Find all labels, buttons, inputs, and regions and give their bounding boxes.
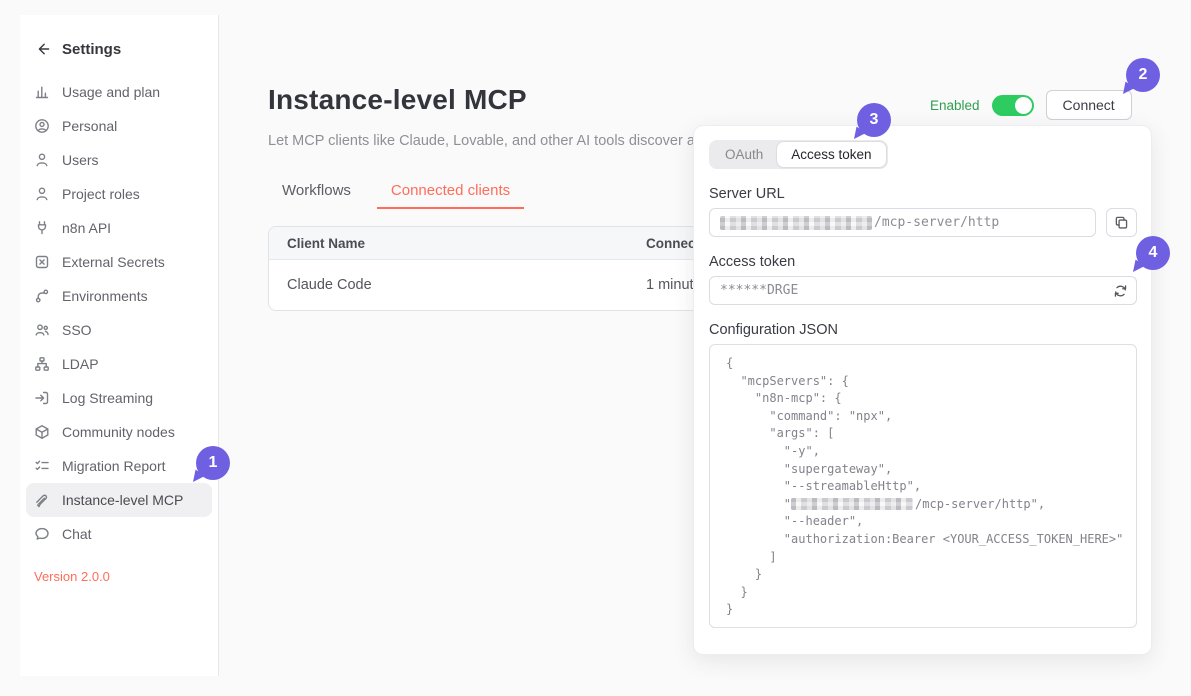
sidebar-item-personal[interactable]: Personal	[26, 109, 212, 143]
sidebar-item-chat[interactable]: Chat	[26, 517, 212, 551]
sidebar-item-environments[interactable]: Environments	[26, 279, 212, 313]
sidebar-items: Usage and plan Personal Users Project ro…	[20, 75, 218, 551]
json-line-redacted: "/mcp-server/http",	[726, 496, 1120, 514]
json-line: }	[726, 584, 1120, 602]
server-url-visible: /mcp-server/http	[874, 215, 999, 230]
col-header-client-name: Client Name	[269, 236, 646, 251]
hierarchy-icon	[34, 356, 50, 372]
user-circle-icon	[34, 118, 50, 134]
sidebar-item-project-roles[interactable]: Project roles	[26, 177, 212, 211]
json-line: "args": [	[726, 425, 1120, 443]
server-url-row: /mcp-server/http	[709, 208, 1137, 237]
access-token-input[interactable]: ******DRGE	[709, 276, 1137, 305]
configuration-json-label: Configuration JSON	[709, 322, 1137, 338]
sidebar-item-label: Environments	[62, 288, 148, 304]
step-marker-1: 1	[196, 446, 230, 480]
box-x-icon	[34, 254, 50, 270]
sidebar-item-label: Personal	[62, 118, 117, 134]
sidebar-item-usage-and-plan[interactable]: Usage and plan	[26, 75, 212, 109]
server-url-input[interactable]: /mcp-server/http	[709, 208, 1096, 237]
json-line: "command": "npx",	[726, 408, 1120, 426]
json-line: }	[726, 566, 1120, 584]
page-title: Instance-level MCP	[268, 84, 527, 116]
mcp-connect-popover: OAuth Access token Server URL /mcp-serve…	[693, 125, 1152, 655]
user-icon	[34, 186, 50, 202]
json-line: "authorization:Bearer <YOUR_ACCESS_TOKEN…	[726, 531, 1120, 549]
bar-chart-icon	[34, 84, 50, 100]
sidebar-item-label: Usage and plan	[62, 84, 160, 100]
access-token-value: ******DRGE	[720, 283, 798, 298]
auth-method-segmented-control: OAuth Access token	[709, 140, 888, 169]
package-icon	[34, 424, 50, 440]
refresh-token-button[interactable]	[1113, 283, 1128, 298]
sidebar-item-users[interactable]: Users	[26, 143, 212, 177]
redacted-url-host	[720, 216, 872, 230]
back-arrow-icon[interactable]	[34, 40, 52, 58]
sidebar-item-label: Project roles	[62, 186, 140, 202]
log-in-icon	[34, 390, 50, 406]
version-text: Version 2.0.0	[34, 569, 218, 584]
toggle-knob	[1015, 97, 1032, 114]
sidebar-item-instance-level-mcp[interactable]: Instance-level MCP	[26, 483, 212, 517]
sidebar-item-label: Chat	[62, 526, 92, 542]
enabled-toggle[interactable]	[992, 95, 1034, 116]
tab-connected-clients[interactable]: Connected clients	[377, 180, 524, 209]
auth-tab-oauth[interactable]: OAuth	[711, 142, 777, 167]
sidebar-item-community-nodes[interactable]: Community nodes	[26, 415, 212, 449]
sidebar-item-label: Migration Report	[62, 458, 166, 474]
sidebar-item-external-secrets[interactable]: External Secrets	[26, 245, 212, 279]
settings-header: Settings	[20, 37, 218, 61]
auth-tab-access-token[interactable]: Access token	[777, 142, 885, 167]
user-icon	[34, 152, 50, 168]
sidebar-item-log-streaming[interactable]: Log Streaming	[26, 381, 212, 415]
sidebar-title: Settings	[62, 41, 121, 58]
sidebar-item-sso[interactable]: SSO	[26, 313, 212, 347]
settings-sidebar: Settings Usage and plan Personal Users P…	[20, 15, 219, 676]
sidebar-item-label: External Secrets	[62, 254, 165, 270]
tab-workflows[interactable]: Workflows	[268, 180, 365, 209]
json-line: "n8n-mcp": {	[726, 390, 1120, 408]
header-actions: Enabled Connect	[930, 90, 1132, 120]
sidebar-item-label: n8n API	[62, 220, 111, 236]
mcp-layers-icon	[34, 492, 50, 508]
configuration-json-box: { "mcpServers": { "n8n-mcp": { "command"…	[709, 344, 1137, 628]
settings-page: Settings Usage and plan Personal Users P…	[0, 0, 1191, 696]
access-token-row: ******DRGE	[709, 276, 1137, 305]
checklist-icon	[34, 458, 50, 474]
json-line: }	[726, 601, 1120, 619]
git-branch-icon	[34, 288, 50, 304]
json-line: "supergateway",	[726, 461, 1120, 479]
server-url-label: Server URL	[709, 186, 1137, 202]
copy-icon	[1114, 215, 1129, 230]
json-line: "mcpServers": {	[726, 373, 1120, 391]
step-marker-2: 2	[1126, 58, 1160, 92]
sidebar-item-migration-report[interactable]: Migration Report	[26, 449, 212, 483]
redacted-url-host	[791, 498, 913, 510]
sidebar-item-label: Log Streaming	[62, 390, 153, 406]
json-line: "--streamableHttp",	[726, 478, 1120, 496]
json-line: ]	[726, 549, 1120, 567]
chat-bubble-icon	[34, 526, 50, 542]
sidebar-item-label: Community nodes	[62, 424, 175, 440]
connect-button[interactable]: Connect	[1046, 90, 1132, 120]
sidebar-item-label: Users	[62, 152, 99, 168]
sidebar-item-label: LDAP	[62, 356, 99, 372]
users-icon	[34, 322, 50, 338]
cell-client-name: Claude Code	[269, 277, 646, 293]
sidebar-item-label: Instance-level MCP	[62, 492, 183, 508]
step-marker-4: 4	[1136, 236, 1170, 270]
json-line: "--header",	[726, 513, 1120, 531]
copy-button[interactable]	[1106, 208, 1137, 237]
json-line: "-y",	[726, 443, 1120, 461]
sidebar-item-n8n-api[interactable]: n8n API	[26, 211, 212, 245]
json-line: {	[726, 355, 1120, 373]
access-token-label: Access token	[709, 254, 1137, 270]
step-marker-3: 3	[857, 103, 891, 137]
enabled-label: Enabled	[930, 98, 980, 113]
main-tabs: Workflows Connected clients	[268, 180, 524, 209]
sidebar-item-label: SSO	[62, 322, 92, 338]
sidebar-item-ldap[interactable]: LDAP	[26, 347, 212, 381]
plug-icon	[34, 220, 50, 236]
refresh-icon	[1113, 283, 1128, 298]
